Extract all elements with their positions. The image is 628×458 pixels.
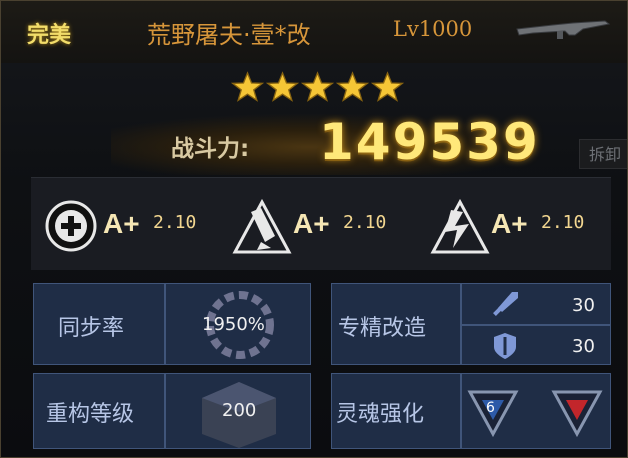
sync-rate-label: 同步率 — [58, 316, 125, 341]
weapon-icon — [516, 20, 611, 39]
power-label: 战斗力: — [171, 136, 250, 162]
rating-item: A+ 2.10 — [231, 198, 416, 254]
soul-label-cell: 灵魂强化 — [331, 373, 461, 449]
star-icon — [301, 71, 334, 102]
rebuild-value-cell: 200 — [165, 373, 311, 449]
dismantle-button[interactable]: 拆卸 — [579, 139, 627, 169]
rebuild-label-cell: 重构等级 — [33, 373, 165, 449]
rating-grade: A+ — [293, 208, 330, 239]
sword-icon — [493, 292, 518, 316]
weapon-detail-panel: 完美 荒野屠夫·壹*改 Lv1000 战斗力: 149539 拆卸 A+ 2.1… — [0, 0, 628, 458]
rating-item: A+ 2.10 — [429, 198, 611, 254]
rating-grade: A+ — [491, 208, 528, 239]
ratings-row: A+ 2.10 A+ 2.10 A+ 2.10 — [31, 177, 611, 270]
lightning-triangle-icon — [430, 198, 490, 254]
star-rating — [231, 71, 404, 105]
sync-rate-value-cell: 1950% — [165, 283, 311, 365]
power-value: 149539 — [319, 113, 540, 171]
plus-circle-icon — [45, 200, 97, 252]
soul-gem-value: 6 — [486, 400, 495, 416]
star-icon — [371, 71, 404, 102]
rating-item: A+ 2.10 — [41, 198, 226, 254]
refine-attack-value: 30 — [572, 295, 595, 316]
refine-defense-cell: 30 — [461, 325, 611, 365]
rating-value: 2.10 — [153, 212, 197, 233]
sync-rate-value: 1950% — [202, 314, 265, 335]
rebuild-value: 200 — [222, 400, 257, 421]
sync-rate-label-cell: 同步率 — [33, 283, 165, 365]
star-icon — [266, 71, 299, 102]
star-icon — [231, 71, 264, 102]
soul-label: 灵魂强化 — [336, 402, 425, 427]
soul-gems-cell: 6 — [461, 373, 611, 449]
quality-label: 完美 — [27, 23, 72, 48]
star-icon — [336, 71, 369, 102]
refine-attack-cell: 30 — [461, 283, 611, 325]
item-name: 荒野屠夫·壹*改 — [147, 21, 311, 49]
rating-value: 2.10 — [541, 212, 585, 233]
refine-defense-value: 30 — [572, 336, 595, 357]
rating-grade: A+ — [103, 208, 140, 239]
item-level: Lv1000 — [393, 17, 473, 41]
shield-icon — [494, 333, 516, 359]
rating-value: 2.10 — [343, 212, 387, 233]
refine-label: 专精改造 — [338, 316, 427, 341]
rebuild-label: 重构等级 — [46, 402, 135, 427]
refine-label-cell: 专精改造 — [331, 283, 461, 365]
soul-gem-red-icon[interactable] — [550, 388, 604, 438]
rocket-up-icon — [232, 198, 292, 254]
